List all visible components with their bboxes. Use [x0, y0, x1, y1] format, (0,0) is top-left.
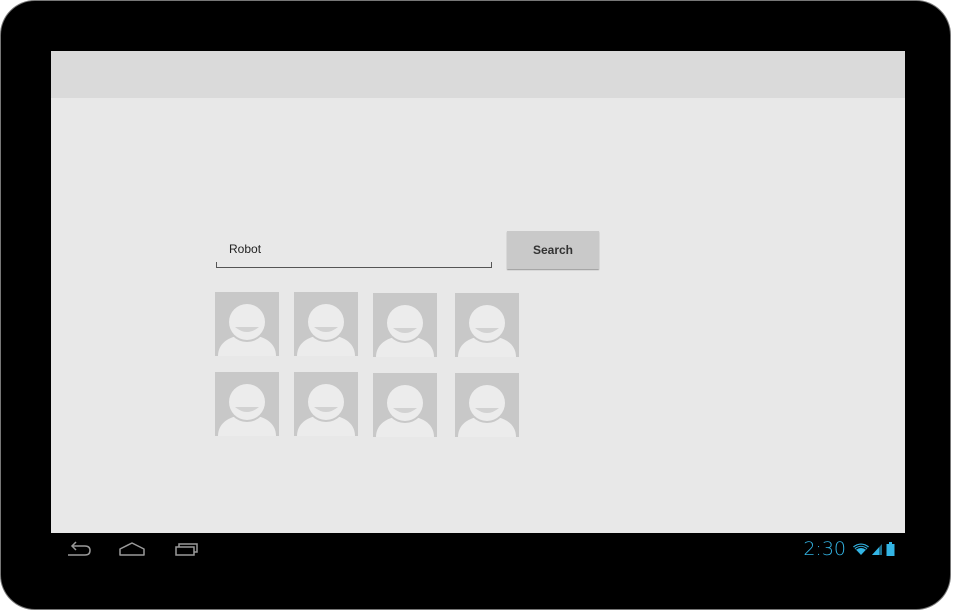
avatar-placeholder-icon — [376, 303, 434, 357]
tablet-frame: Search — [1, 1, 950, 609]
search-input[interactable] — [229, 242, 479, 256]
search-input-underline — [216, 262, 492, 268]
wifi-icon — [853, 543, 869, 555]
avatar-placeholder-icon — [297, 302, 355, 356]
avatar-placeholder-icon — [218, 302, 276, 356]
avatar-tile[interactable] — [373, 373, 437, 437]
app-screen: Search — [51, 51, 905, 564]
avatar-placeholder-icon — [458, 383, 516, 437]
avatar-placeholder-icon — [218, 382, 276, 436]
back-icon — [68, 541, 91, 556]
clock: 2:30 — [803, 538, 846, 560]
status-area[interactable]: 2:30 — [803, 536, 895, 562]
home-button[interactable] — [114, 537, 150, 561]
avatar-tile[interactable] — [294, 292, 358, 356]
avatar-tile[interactable] — [215, 372, 279, 436]
back-button[interactable] — [61, 537, 97, 561]
search-field[interactable] — [216, 231, 492, 268]
avatar-tile[interactable] — [455, 373, 519, 437]
home-icon — [119, 542, 145, 556]
avatar-tile[interactable] — [455, 293, 519, 357]
avatar-tile[interactable] — [215, 292, 279, 356]
recent-apps-button[interactable] — [169, 537, 205, 561]
system-navigation-bar: 2:30 — [51, 533, 905, 564]
avatar-tile[interactable] — [373, 293, 437, 357]
battery-icon — [886, 542, 895, 556]
search-button[interactable]: Search — [507, 231, 599, 269]
signal-icon — [872, 544, 882, 555]
avatar-placeholder-icon — [458, 303, 516, 357]
avatar-tile[interactable] — [294, 372, 358, 436]
recent-apps-icon — [175, 543, 198, 556]
avatar-placeholder-icon — [297, 382, 355, 436]
action-bar — [51, 51, 905, 98]
avatar-placeholder-icon — [376, 383, 434, 437]
